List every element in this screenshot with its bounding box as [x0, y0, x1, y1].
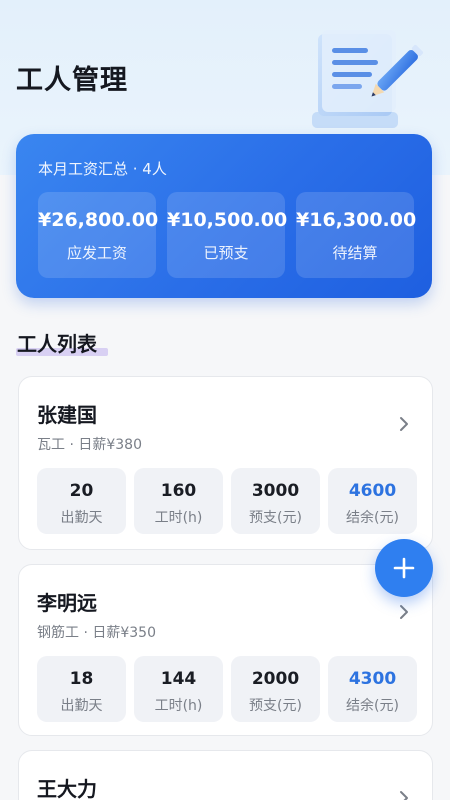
stat-label: 应发工资 — [66, 244, 127, 262]
stat-value: 144 — [160, 669, 197, 689]
salary-summary-card: 本月工资汇总 · 4人 ¥26,800.00 应发工资 ¥10,500.00 已… — [16, 134, 432, 298]
stat-work-hours: 144 工时(h) — [134, 656, 223, 722]
summary-title: 本月工资汇总 · 4人 — [38, 160, 167, 178]
stat-label: 结余(元) — [346, 698, 399, 714]
stat-advanced: ¥10,500.00 已预支 — [167, 192, 288, 278]
stat-value: 2000 — [251, 669, 300, 689]
stat-attendance-days: 20 出勤天 — [37, 468, 126, 534]
worker-name: 李明远 — [37, 591, 97, 615]
worker-stats: 18 出勤天 144 工时(h) 2000 预支(元) 4300 结余(元) — [37, 656, 417, 722]
worker-name: 张建国 — [37, 403, 97, 427]
worker-stats: 20 出勤天 160 工时(h) 3000 预支(元) 4600 结余(元) — [37, 468, 417, 534]
stat-label: 预支(元) — [249, 698, 302, 714]
chevron-right-icon[interactable] — [398, 415, 410, 433]
add-worker-button[interactable] — [375, 539, 433, 597]
stat-value: ¥16,300.00 — [296, 209, 417, 231]
worker-card[interactable]: 王大力 — [18, 750, 433, 800]
worker-name: 王大力 — [37, 777, 97, 800]
plus-icon — [393, 557, 415, 579]
worker-card[interactable]: 李明远 钢筋工 · 日薪¥350 18 出勤天 144 工时(h) 2000 预… — [18, 564, 433, 736]
stat-value: 4300 — [348, 669, 397, 689]
stat-label: 已预支 — [203, 244, 249, 262]
stat-advance: 3000 预支(元) — [231, 468, 320, 534]
stat-balance: 4300 结余(元) — [328, 656, 417, 722]
stat-balance: 4600 结余(元) — [328, 468, 417, 534]
stat-value: 3000 — [251, 481, 300, 501]
document-pen-icon — [312, 30, 424, 128]
stat-label: 出勤天 — [60, 698, 103, 714]
worker-card[interactable]: 张建国 瓦工 · 日薪¥380 20 出勤天 160 工时(h) 3000 预支… — [18, 376, 433, 550]
stat-label: 预支(元) — [249, 510, 302, 526]
stat-value: 160 — [160, 481, 197, 501]
stat-label: 工时(h) — [154, 698, 203, 714]
stat-work-hours: 160 工时(h) — [134, 468, 223, 534]
stat-value: ¥26,800.00 — [38, 209, 159, 231]
stat-value: 20 — [69, 481, 94, 501]
chevron-right-icon[interactable] — [398, 603, 410, 621]
stat-value: 18 — [69, 669, 94, 689]
stat-attendance-days: 18 出勤天 — [37, 656, 126, 722]
stat-label: 出勤天 — [60, 510, 103, 526]
stat-label: 待结算 — [332, 244, 378, 262]
section-title: 工人列表 — [17, 332, 97, 356]
stat-pending: ¥16,300.00 待结算 — [296, 192, 417, 278]
page-title: 工人管理 — [16, 65, 128, 96]
worker-meta: 瓦工 · 日薪¥380 — [37, 437, 142, 453]
stat-value: ¥10,500.00 — [167, 209, 288, 231]
stat-payable: ¥26,800.00 应发工资 — [38, 192, 159, 278]
stat-advance: 2000 预支(元) — [231, 656, 320, 722]
stat-label: 结余(元) — [346, 510, 399, 526]
chevron-right-icon[interactable] — [398, 789, 410, 800]
stat-label: 工时(h) — [154, 510, 203, 526]
stat-value: 4600 — [348, 481, 397, 501]
worker-meta: 钢筋工 · 日薪¥350 — [37, 625, 156, 641]
summary-stats: ¥26,800.00 应发工资 ¥10,500.00 已预支 ¥16,300.0… — [38, 192, 417, 278]
